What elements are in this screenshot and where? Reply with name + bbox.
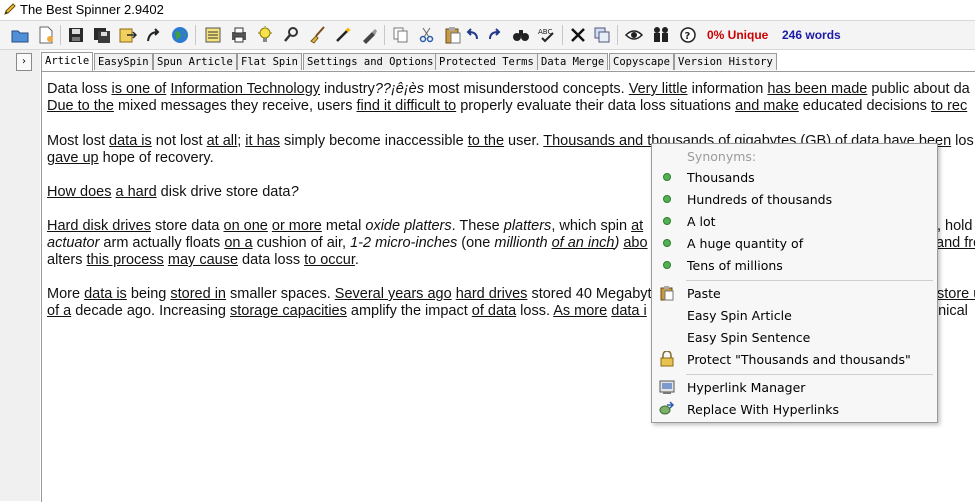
spellcheck-icon[interactable]: ABC <box>536 24 558 46</box>
synonym-item[interactable]: A lot <box>653 210 936 232</box>
context-menu: Synonyms: Thousands Hundreds of thousand… <box>651 143 938 423</box>
replace-hyperlinks-icon <box>659 401 675 417</box>
redo-icon[interactable] <box>484 24 506 46</box>
tab-flat-spin[interactable]: Flat Spin <box>237 53 302 70</box>
paste-icon <box>659 285 675 301</box>
tab-protected-terms[interactable]: Protected Terms <box>435 53 538 70</box>
title-bar: The Best Spinner 2.9402 <box>0 0 975 21</box>
tab-spun-article[interactable]: Spun Article <box>153 53 237 70</box>
undo-icon[interactable] <box>461 24 483 46</box>
article-line: How does a hard disk drive store data? <box>47 184 299 200</box>
protect-term-item[interactable]: Protect "Thousands and thousands" <box>653 348 936 370</box>
expand-arrow-button[interactable]: › <box>16 53 32 71</box>
green-dot-icon <box>663 195 671 203</box>
save-as-icon[interactable] <box>91 24 113 46</box>
pencil-app-icon <box>3 2 17 21</box>
globe-icon[interactable] <box>169 24 191 46</box>
list-icon[interactable] <box>202 24 224 46</box>
binoculars-icon[interactable] <box>510 24 532 46</box>
open-folder-icon[interactable] <box>9 24 31 46</box>
easy-spin-article-item[interactable]: Easy Spin Article <box>653 304 936 326</box>
synonym-item[interactable]: Thousands <box>653 166 936 188</box>
print-icon[interactable] <box>228 24 250 46</box>
tab-data-merge[interactable]: Data Merge <box>537 53 609 70</box>
tools-icon[interactable] <box>280 24 302 46</box>
copy-icon[interactable] <box>390 24 412 46</box>
easy-spin-sentence-item[interactable]: Easy Spin Sentence <box>653 326 936 348</box>
hyperlink-manager-icon <box>659 379 675 395</box>
help-icon[interactable]: ? <box>677 24 699 46</box>
article-line: alters this process may cause data loss … <box>47 252 359 268</box>
green-dot-icon <box>663 239 671 247</box>
left-panel <box>0 50 40 501</box>
tab-version-history[interactable]: Version History <box>674 53 777 70</box>
replace-with-hyperlinks-item[interactable]: Replace With Hyperlinks <box>653 398 936 420</box>
green-dot-icon <box>663 261 671 269</box>
tab-easyspin[interactable]: EasySpin <box>94 53 153 70</box>
paste-menu-item[interactable]: Paste <box>653 282 936 304</box>
eye-icon[interactable] <box>623 24 645 46</box>
word-count: 246 words <box>782 28 841 42</box>
tab-article[interactable]: Article <box>41 52 94 71</box>
window-title: The Best Spinner 2.9402 <box>20 2 164 17</box>
synonym-item[interactable]: Tens of millions <box>653 254 936 276</box>
save-icon[interactable] <box>65 24 87 46</box>
pen-tool-icon[interactable] <box>358 24 380 46</box>
green-dot-icon <box>663 173 671 181</box>
close-x-icon[interactable] <box>567 24 589 46</box>
svg-text:?: ? <box>685 31 691 42</box>
unique-percent: 0% Unique <box>707 28 769 42</box>
green-dot-icon <box>663 217 671 225</box>
magic-wand-icon[interactable] <box>332 24 354 46</box>
duplicate-icon[interactable] <box>591 24 613 46</box>
hyperlink-manager-item[interactable]: Hyperlink Manager <box>653 376 936 398</box>
people-icon[interactable] <box>650 24 672 46</box>
synonyms-header: Synonyms: <box>687 149 757 164</box>
synonym-item[interactable]: Hundreds of thousands <box>653 188 936 210</box>
toolbar: ABC ? 0% Unique 246 words <box>0 21 975 50</box>
new-document-icon[interactable] <box>35 24 57 46</box>
article-line: Due to the mixed messages they receive, … <box>47 98 968 114</box>
article-line: of a decade ago. Increasing storage capa… <box>47 303 968 319</box>
tab-copyscape[interactable]: Copyscape <box>609 53 674 70</box>
article-line: gave up hope of recovery. <box>47 150 214 166</box>
synonym-item[interactable]: A huge quantity of <box>653 232 936 254</box>
export-icon[interactable] <box>117 24 139 46</box>
tab-settings[interactable]: Settings and Options <box>303 53 438 70</box>
broom-icon[interactable] <box>306 24 328 46</box>
cut-icon[interactable] <box>416 24 438 46</box>
lock-icon <box>659 351 675 367</box>
redo-arrow-icon[interactable] <box>143 24 165 46</box>
lightbulb-icon[interactable] <box>254 24 276 46</box>
